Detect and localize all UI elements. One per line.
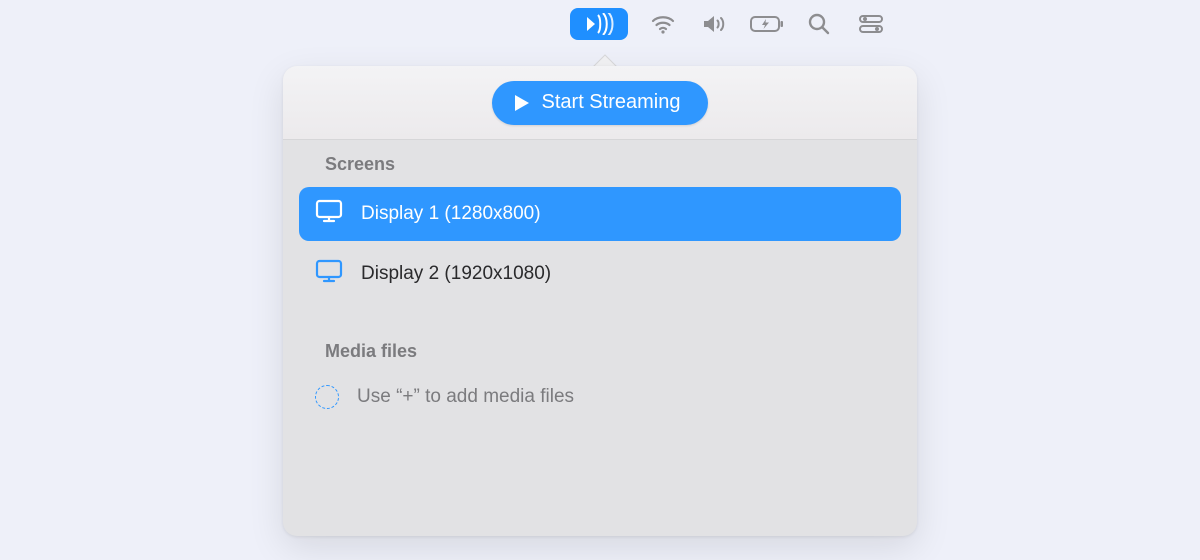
start-streaming-button[interactable]: Start Streaming: [492, 81, 709, 125]
wifi-icon[interactable]: [646, 9, 680, 39]
start-streaming-label: Start Streaming: [542, 91, 681, 114]
screen-item-label: Display 2 (1920x1080): [361, 263, 551, 285]
battery-icon[interactable]: [750, 9, 784, 39]
media-empty-row: Use “+” to add media files: [307, 374, 893, 420]
streaming-icon[interactable]: [570, 8, 628, 40]
add-placeholder-icon: [315, 385, 339, 409]
sound-icon[interactable]: [698, 9, 732, 39]
popover-header: Start Streaming: [283, 66, 917, 140]
popover-panel: Start Streaming Screens Display 1 (1280x…: [283, 66, 917, 536]
media-empty-hint: Use “+” to add media files: [357, 386, 574, 408]
streaming-popover: Start Streaming Screens Display 1 (1280x…: [283, 44, 917, 536]
play-icon: [514, 94, 530, 112]
display-icon: [315, 199, 343, 229]
screens-title: Screens: [307, 154, 893, 175]
menubar: [570, 8, 888, 40]
search-icon[interactable]: [802, 9, 836, 39]
control-center-icon[interactable]: [854, 9, 888, 39]
popover-arrow: [593, 53, 617, 67]
display-icon: [315, 259, 343, 289]
screen-item[interactable]: Display 2 (1920x1080): [299, 247, 901, 301]
screens-section: Screens Display 1 (1280x800): [283, 140, 917, 301]
media-section: Media files Use “+” to add media files: [283, 307, 917, 420]
screen-item-label: Display 1 (1280x800): [361, 203, 541, 225]
screen-item[interactable]: Display 1 (1280x800): [299, 187, 901, 241]
media-title: Media files: [307, 341, 893, 362]
